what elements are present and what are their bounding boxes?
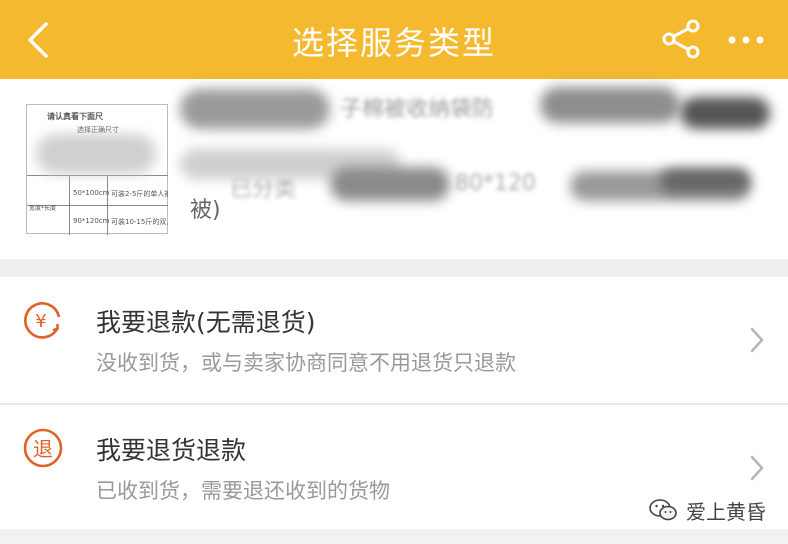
wechat-icon <box>649 499 677 521</box>
top-bar: 选择服务类型 <box>0 0 788 79</box>
refund-only-subtitle: 没收到货，或与卖家协商同意不用退货只退款 <box>96 351 516 375</box>
section-divider <box>0 259 788 277</box>
product-title: 子棉被收纳袋防 <box>340 97 495 122</box>
return-and-refund-subtitle: 已收到货，需要退还收到的货物 <box>96 479 390 503</box>
share-icon[interactable] <box>660 18 702 60</box>
watermark-text: 爱上黄昏 <box>686 500 766 524</box>
refund-only-title: 我要退款(无需退货) <box>96 308 316 337</box>
return-and-refund-title: 我要退货退款 <box>96 436 247 465</box>
chevron-right-icon <box>750 455 764 481</box>
svg-text:¥: ¥ <box>35 311 46 332</box>
product-size: 80*120 <box>455 171 536 196</box>
return-goods-icon: 退 <box>23 428 63 468</box>
product-card: 请认真看下面尺 选择正确尺寸 宽度*长度 50*100cm 可装2-5斤的单人被… <box>0 79 788 259</box>
more-horizontal-icon[interactable] <box>726 28 766 52</box>
svg-text:退: 退 <box>33 437 53 461</box>
product-spec-tail: 被) <box>190 198 221 223</box>
refund-only-option[interactable]: ¥ 我要退款(无需退货) 没收到货，或与卖家协商同意不用退货只退款 <box>0 277 788 403</box>
chevron-right-icon <box>750 327 764 353</box>
yuan-refund-icon: ¥ <box>24 302 61 339</box>
